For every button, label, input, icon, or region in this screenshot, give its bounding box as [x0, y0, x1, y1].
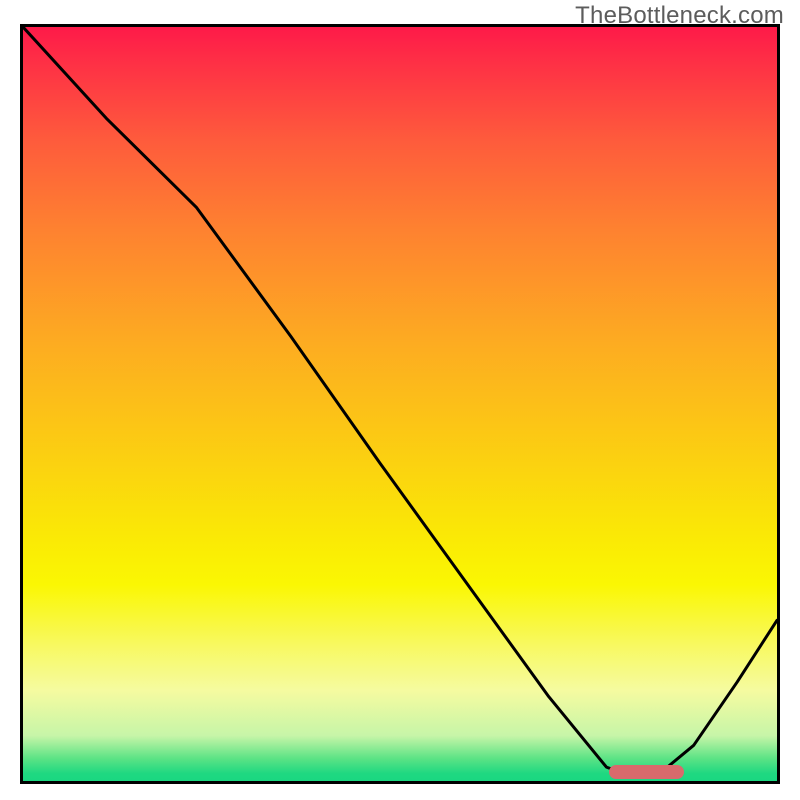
bottleneck-curve-path	[23, 27, 777, 775]
chart-container: TheBottleneck.com	[0, 0, 800, 800]
curve-svg	[23, 27, 777, 781]
plot-frame	[20, 24, 780, 784]
watermark-text: TheBottleneck.com	[575, 2, 784, 30]
optimal-range-marker	[609, 765, 683, 779]
